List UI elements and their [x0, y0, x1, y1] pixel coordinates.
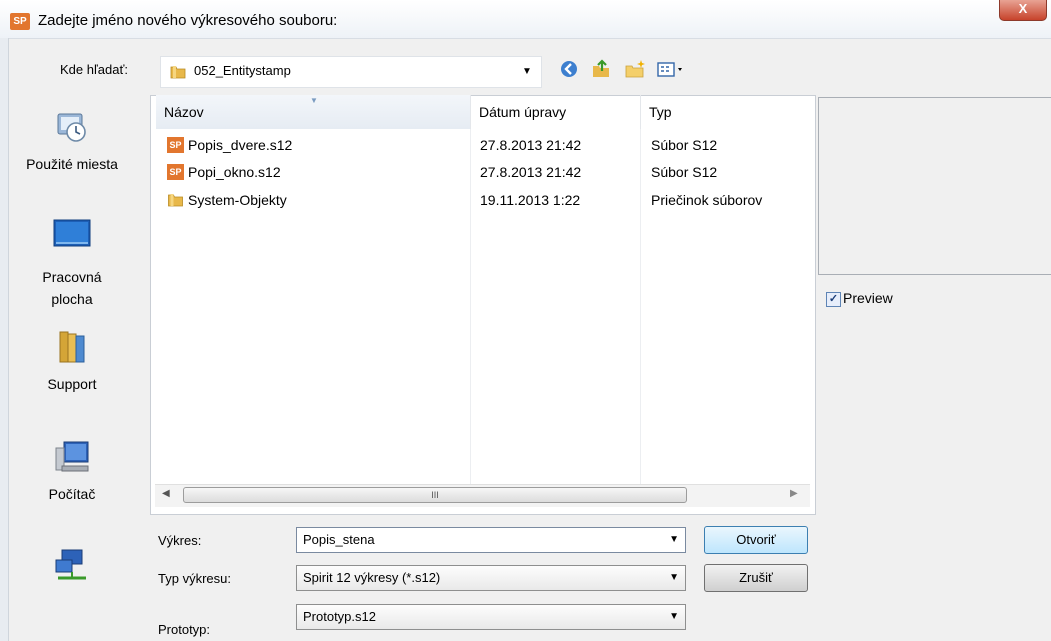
- lookin-label: Kde hľadať:: [60, 62, 128, 77]
- chevron-down-icon[interactable]: ▼: [669, 528, 679, 552]
- sort-indicator-icon: ▼: [310, 96, 318, 105]
- window-title: Zadejte jméno nového výkresového souboru…: [38, 12, 338, 29]
- places-item-support[interactable]: Support: [2, 376, 142, 392]
- preview-checkbox[interactable]: ✓: [826, 292, 841, 307]
- new-folder-icon[interactable]: [624, 58, 646, 80]
- sp-file-icon: SP: [167, 164, 184, 180]
- drawing-type-value: Spirit 12 výkresy (*.s12): [303, 570, 441, 585]
- preview-label: Preview: [843, 290, 893, 306]
- window-left-edge: [0, 38, 9, 641]
- file-type: Súbor S12: [651, 164, 718, 180]
- scroll-left-icon[interactable]: ◀: [162, 488, 170, 499]
- column-header-type[interactable]: Typ: [641, 95, 814, 129]
- prototype-label: Prototyp:: [158, 622, 211, 637]
- computer-icon[interactable]: [52, 440, 92, 476]
- chevron-down-icon[interactable]: ▼: [522, 66, 532, 77]
- column-header-date[interactable]: Dátum úpravy: [471, 95, 641, 129]
- chevron-down-icon[interactable]: ▼: [669, 605, 679, 629]
- app-icon: SP: [10, 13, 30, 30]
- file-type: Priečinok súborov: [651, 192, 763, 208]
- network-icon[interactable]: [52, 548, 92, 584]
- file-name[interactable]: Popis_dvere.s12: [188, 137, 292, 153]
- file-date: 27.8.2013 21:42: [480, 164, 582, 180]
- places-item-desktop-label: Pracovná plocha: [42, 269, 102, 307]
- close-button[interactable]: X: [999, 0, 1047, 21]
- drawing-type-dropdown[interactable]: Spirit 12 výkresy (*.s12) ▼: [296, 565, 686, 591]
- cancel-button[interactable]: Zrušiť: [704, 564, 808, 592]
- drawing-label: Výkres:: [158, 533, 202, 548]
- places-item-computer[interactable]: Počítač: [2, 486, 142, 502]
- open-button[interactable]: Otvoriť: [704, 526, 808, 554]
- file-type: Súbor S12: [651, 137, 718, 153]
- column-divider: [470, 129, 471, 484]
- folder-icon: [170, 66, 186, 79]
- library-icon[interactable]: [52, 330, 92, 366]
- scrollbar-thumb[interactable]: III: [183, 487, 687, 503]
- view-menu-icon[interactable]: [656, 58, 688, 80]
- desktop-icon[interactable]: [52, 216, 92, 252]
- places-item-recent[interactable]: Použité miesta: [2, 156, 142, 172]
- lookin-value: 052_Entitystamp: [194, 63, 291, 78]
- preview-pane: [818, 97, 1051, 275]
- type-label: Typ výkresu:: [158, 571, 231, 586]
- scroll-right-icon[interactable]: ▶: [790, 488, 798, 499]
- file-list[interactable]: [150, 95, 816, 515]
- recent-places-icon[interactable]: [52, 110, 92, 146]
- prototype-value: Prototyp.s12: [303, 609, 376, 624]
- up-folder-icon[interactable]: [590, 58, 612, 80]
- drawing-name-field[interactable]: Popis_stena ▼: [296, 527, 686, 553]
- file-name[interactable]: Popi_okno.s12: [188, 164, 281, 180]
- file-date: 19.11.2013 1:22: [480, 192, 581, 208]
- file-date: 27.8.2013 21:42: [480, 137, 582, 153]
- places-item-desktop[interactable]: Pracovná plocha: [2, 266, 142, 310]
- sp-file-icon: SP: [167, 137, 184, 153]
- chevron-down-icon[interactable]: ▼: [669, 566, 679, 590]
- back-icon[interactable]: [558, 58, 580, 80]
- drawing-name-value: Popis_stena: [303, 532, 375, 547]
- column-divider: [640, 129, 641, 484]
- file-name[interactable]: System-Objekty: [188, 192, 287, 208]
- folder-icon: [168, 194, 183, 207]
- prototype-dropdown[interactable]: Prototyp.s12 ▼: [296, 604, 686, 630]
